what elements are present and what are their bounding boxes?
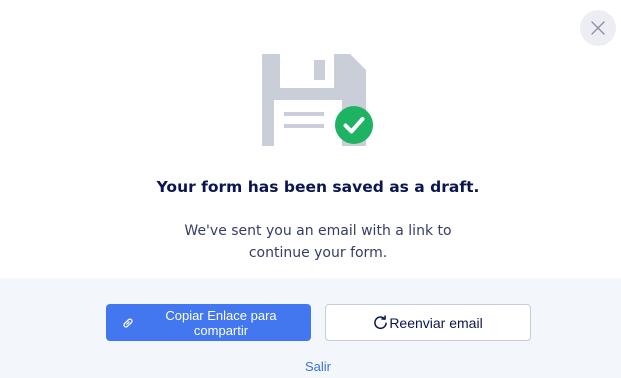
close-button[interactable] xyxy=(580,10,616,46)
exit-link[interactable]: Salir xyxy=(0,359,621,374)
copy-share-link-button[interactable]: Copiar Enlace para compartir xyxy=(106,304,311,341)
description-line: continue your form. xyxy=(248,245,388,261)
copy-label-line: Copiar Enlace para xyxy=(165,307,277,323)
close-icon xyxy=(591,21,605,35)
copy-share-link-label: Copiar Enlace para compartir xyxy=(145,308,311,338)
copy-label-line: compartir xyxy=(193,322,249,338)
link-icon xyxy=(123,318,133,327)
refresh-icon xyxy=(374,315,388,330)
description-line: We've sent you an email with a link to xyxy=(184,223,452,239)
resend-email-button[interactable]: Reenviar email xyxy=(325,304,531,341)
resend-email-label: Reenviar email xyxy=(389,314,483,331)
draft-saved-illustration xyxy=(262,54,376,150)
check-circle-icon xyxy=(335,106,373,144)
dialog-description: We've sent you an email with a link to c… xyxy=(0,220,621,264)
dialog-title: Your form has been saved as a draft. xyxy=(156,178,480,196)
